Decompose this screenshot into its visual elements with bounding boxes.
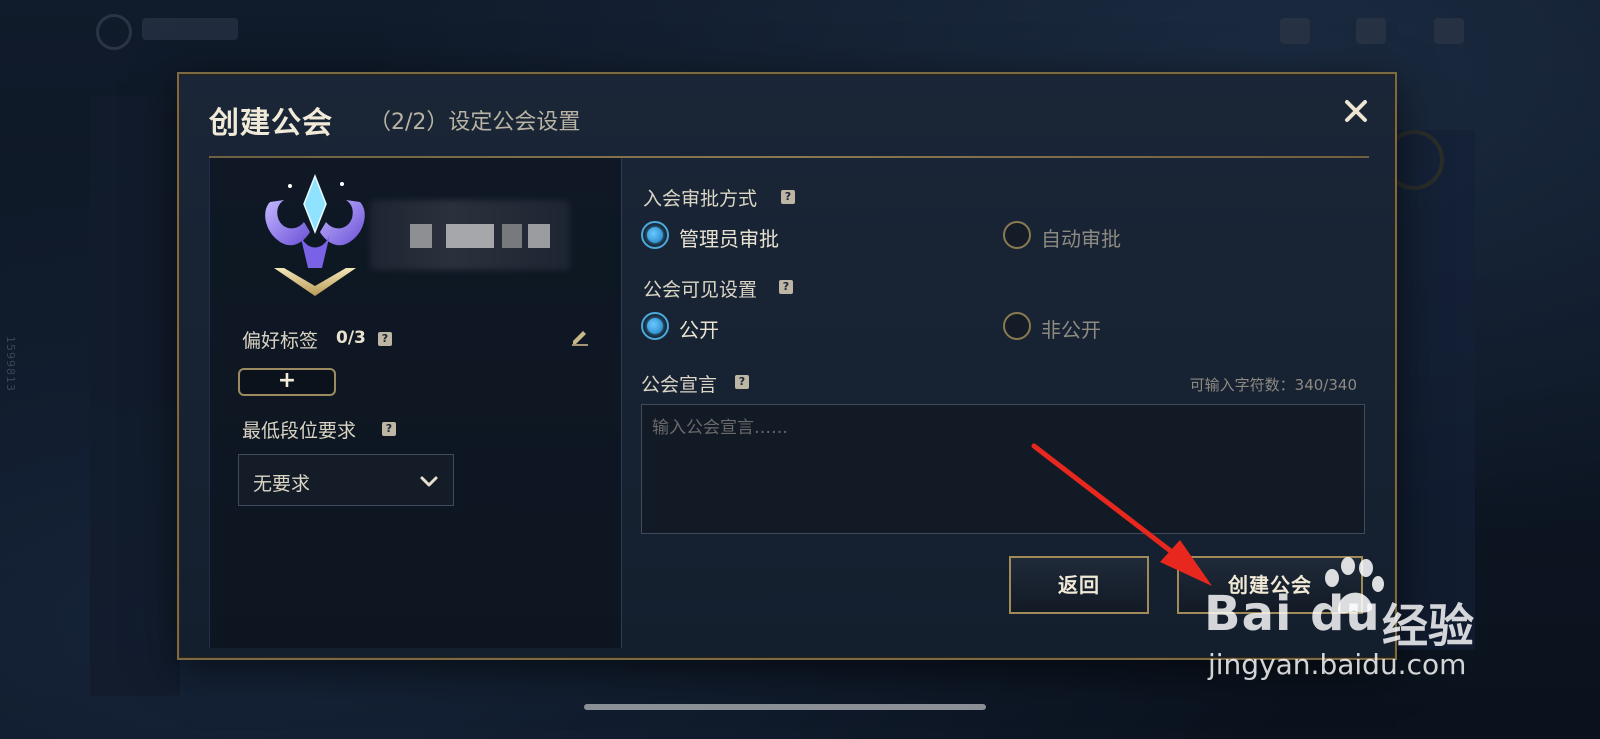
background-bag-icon <box>1280 18 1310 44</box>
back-button[interactable]: 返回 <box>1009 556 1149 614</box>
redaction-block <box>410 224 432 248</box>
min-rank-label: 最低段位要求 <box>242 420 357 442</box>
background-friends-icon <box>1434 18 1464 44</box>
radio-auto-approval-label[interactable]: 自动审批 <box>1041 223 1121 252</box>
watermark-url: jingyan.baidu.com <box>1208 648 1467 681</box>
radio-private-label[interactable]: 非公开 <box>1041 314 1101 343</box>
tags-help-icon[interactable]: ? <box>378 332 392 346</box>
add-tag-button[interactable]: + <box>238 368 336 396</box>
home-indicator[interactable] <box>584 704 986 710</box>
declaration-help-icon[interactable]: ? <box>735 375 749 389</box>
guild-emblem-icon <box>265 173 365 296</box>
create-guild-dialog: 创建公会 （2/2）设定公会设置 偏好标签 0/3 ? + 最低段位要求 ? 无… <box>177 72 1397 660</box>
close-icon <box>1345 100 1367 122</box>
declaration-label: 公会宣言 <box>641 374 718 396</box>
preferred-tags-count: 0/3 <box>336 328 366 348</box>
background-title <box>142 18 238 40</box>
background-panel-right <box>1395 130 1475 650</box>
redaction-block <box>446 224 494 248</box>
radio-public[interactable] <box>641 312 669 340</box>
radio-auto-approval[interactable] <box>1003 221 1031 249</box>
background-back-icon <box>96 14 132 50</box>
game-screen: 1599813 创建公会 （2/2）设定公会设置 偏好标签 0/3 ? + 最低… <box>0 0 1600 739</box>
background-mail-icon <box>1356 18 1386 44</box>
visibility-label: 公会可见设置 <box>643 279 758 301</box>
rank-help-icon[interactable]: ? <box>382 422 396 436</box>
dialog-subtitle: （2/2）设定公会设置 <box>369 110 581 135</box>
watermark-jingyan: 经验 <box>1382 599 1474 653</box>
column-divider <box>621 158 622 648</box>
approval-label: 入会审批方式 <box>643 188 758 210</box>
chevron-down-icon <box>420 476 438 487</box>
declaration-char-count: 可输入字符数：340/340 <box>1189 376 1357 394</box>
dialog-title: 创建公会 <box>209 106 333 141</box>
background-top-bar <box>0 0 1600 64</box>
min-rank-select[interactable]: 无要求 <box>238 454 454 506</box>
radio-private[interactable] <box>1003 312 1031 340</box>
approval-help-icon[interactable]: ? <box>781 190 795 204</box>
radio-admin-approval[interactable] <box>641 221 669 249</box>
watermark-logo: Bai du <box>1204 586 1381 642</box>
preferred-tags-label: 偏好标签 <box>242 330 319 352</box>
guild-profile-panel: 偏好标签 0/3 ? + 最低段位要求 ? 无要求 <box>209 158 621 648</box>
side-id-text: 1599813 <box>4 336 17 392</box>
declaration-input[interactable] <box>642 405 1364 533</box>
background-panel-left <box>90 96 180 696</box>
redaction-block <box>502 224 522 248</box>
radio-admin-approval-label[interactable]: 管理员审批 <box>679 223 779 252</box>
close-button[interactable] <box>1339 98 1373 132</box>
edit-tags-icon[interactable] <box>570 326 590 346</box>
radio-public-label[interactable]: 公开 <box>679 314 719 343</box>
min-rank-value: 无要求 <box>253 473 311 495</box>
visibility-help-icon[interactable]: ? <box>779 280 793 294</box>
redaction-block <box>528 224 550 248</box>
declaration-box <box>641 404 1365 534</box>
